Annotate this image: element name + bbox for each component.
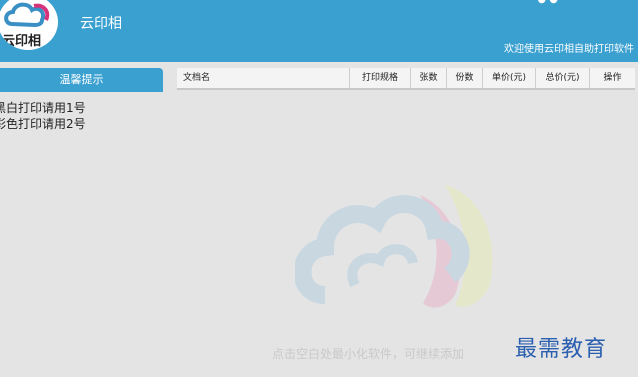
print-table-header: 文档名 打印规格 张数 份数 单价(元) 总价(元) 操作 (177, 68, 635, 90)
column-header-docname: 文档名 (177, 68, 350, 88)
tip-item: 黑白打印请用1号 (0, 101, 86, 115)
logo-text: 云印相 (2, 34, 42, 49)
column-header-action: 操作 (603, 73, 622, 83)
welcome-text: 欢迎使用云印相自助打印软件 (504, 44, 634, 55)
tips-list: 黑白打印请用1号 彩色打印请用2号 (0, 100, 86, 132)
cloud-watermark-icon (295, 185, 493, 308)
minimize-hint: 点击空白处最小化软件，可继续添加 (272, 347, 465, 361)
column-header-copies: 份数 (447, 68, 483, 88)
column-header-total-price: 总价(元) (536, 68, 590, 88)
app-logo: 云印相 (0, 0, 58, 50)
tip-item: 彩色打印请用2号 (0, 117, 86, 131)
tips-header: 温馨提示 (0, 68, 163, 92)
column-header-unit-price: 单价(元) (483, 68, 536, 88)
corner-watermark: 最需教育 (515, 337, 608, 362)
column-header-spec: 打印规格 (350, 68, 411, 88)
window-controls-icon[interactable]: ● ● (537, 0, 558, 5)
column-header-sheets: 张数 (411, 68, 447, 88)
app-title: 云印相 (80, 16, 122, 32)
app-header: 云印相 ● ● 云印相 欢迎使用云印相自助打印软件 (0, 0, 638, 62)
